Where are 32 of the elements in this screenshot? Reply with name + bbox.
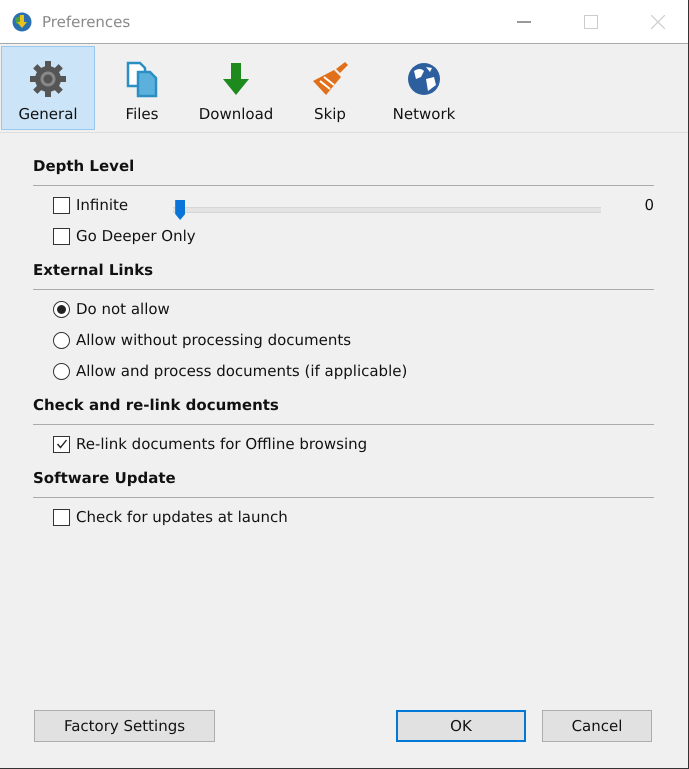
radio-button[interactable]	[53, 332, 70, 348]
dialog-button[interactable]: OK	[396, 710, 526, 742]
toolbar-tab[interactable]: Network	[377, 46, 471, 130]
toolbar-tab[interactable]: General	[1, 46, 95, 130]
checkbox-option[interactable]: Re-link documents for Offline browsing	[53, 435, 368, 453]
checkbox[interactable]	[53, 228, 70, 244]
checkbox-option[interactable]: Go Deeper Only	[53, 227, 196, 245]
slider-thumb[interactable]	[175, 200, 186, 220]
toolbar-tab[interactable]: Skip	[283, 46, 377, 130]
toolbar-tab[interactable]: Files	[95, 46, 189, 130]
radio-button[interactable]	[53, 300, 70, 318]
section-heading: Depth Level	[33, 157, 136, 175]
section-heading: Software Update	[33, 469, 177, 487]
radio-option[interactable]: Allow and process documents (if applicable)	[53, 362, 408, 380]
radio-button[interactable]	[53, 362, 70, 380]
checkbox-option[interactable]: Check for updates at launch	[53, 508, 288, 526]
toolbar-tab[interactable]: Download	[189, 46, 283, 130]
checkbox[interactable]	[53, 436, 70, 452]
window-title: Preferences	[42, 12, 130, 30]
slider-value: 0	[644, 196, 654, 214]
checkmark-icon	[56, 438, 68, 450]
dialog-button[interactable]: Cancel	[542, 710, 652, 742]
radio-option[interactable]: Do not allow	[53, 300, 170, 318]
app-logo-icon	[12, 12, 32, 32]
checkbox[interactable]	[53, 196, 70, 214]
gear-icon	[28, 59, 68, 99]
checkbox-option[interactable]: Infinite	[53, 196, 128, 214]
dialog-button[interactable]: Factory Settings	[34, 710, 215, 742]
section-heading: External Links	[33, 261, 154, 279]
radio-option[interactable]: Allow without processing documents	[53, 331, 352, 349]
section-heading: Check and re-link documents	[33, 396, 280, 414]
checkbox[interactable]	[53, 508, 70, 526]
